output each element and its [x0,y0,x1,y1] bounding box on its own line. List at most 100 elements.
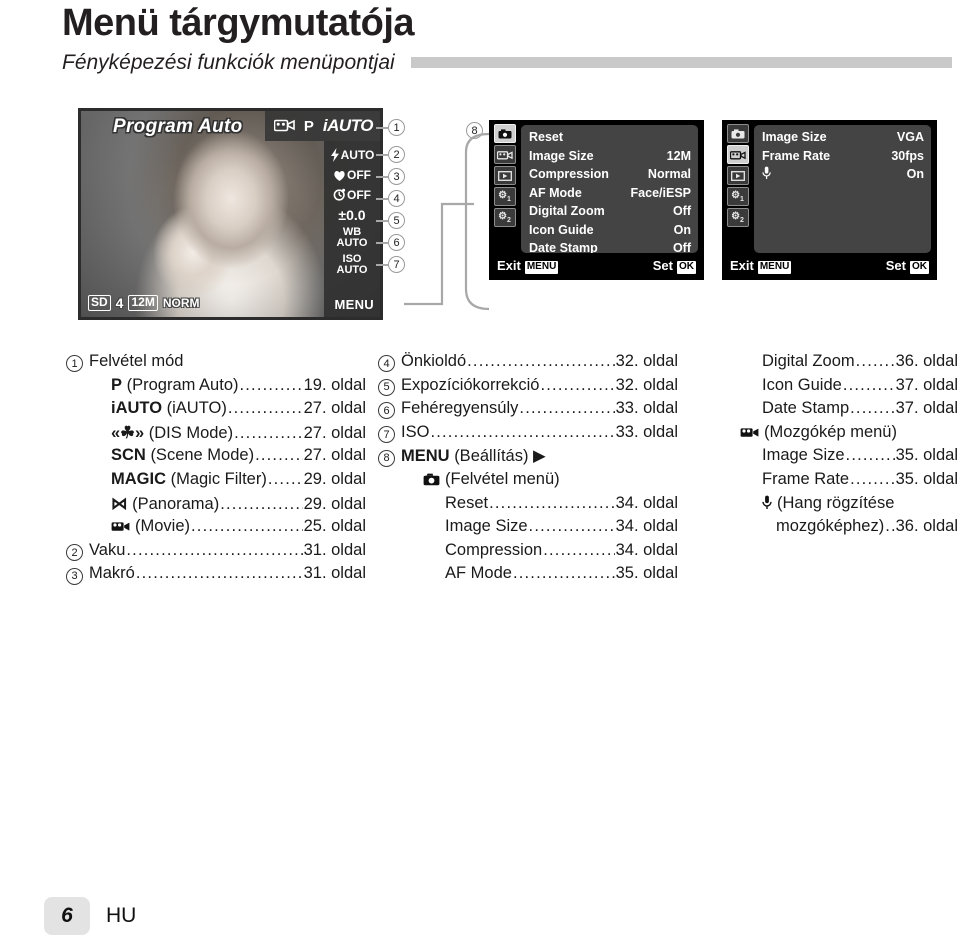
index-entry-label: Reset [445,493,489,512]
index-entry[interactable]: (Felvétel menü) [378,470,678,494]
index-entry[interactable]: MAGIC (Magic Filter)....................… [66,470,366,494]
index-page-ref: 29. oldal [303,494,366,513]
tab-movie[interactable] [493,145,516,164]
index-entry[interactable]: 1 Felvétel mód [66,352,366,376]
camera-icon [423,472,440,491]
ok-key: OK [910,261,929,274]
mode-icon: iAUTO [111,399,163,418]
index-dot-leader: ........................................… [519,399,614,418]
menu-key: MENU [757,261,792,274]
index-entry[interactable]: Reset...................................… [378,494,678,518]
menu-row[interactable]: AF Mode Face/iESP [529,184,691,203]
index-entry-label: MENU (Beállítás) ▶ [401,447,546,466]
index-entry-label: Vaku [89,540,126,559]
index-page-ref: 37. oldal [895,399,958,418]
tab-movie[interactable] [726,145,749,164]
leader-3 [376,176,388,178]
index-entry[interactable]: P (Program Auto)........................… [66,376,366,400]
tab-settings-2[interactable]: ⚙2 [726,208,749,227]
index-entry[interactable]: Icon Guide..............................… [718,376,958,400]
index-dot-leader: ........................................… [528,517,615,536]
mode-icon: P [111,375,123,394]
index-dot-leader: ........................................… [540,375,615,394]
index-page-ref: 27. oldal [303,399,366,418]
index-entry[interactable]: SCN (Scene Mode)........................… [66,446,366,470]
menu-row[interactable]: Image Size VGA [762,128,924,147]
page-subtitle: Fényképezési funkciók menüpontjai [62,50,395,74]
page-title: Menü tárgymutatója [62,2,415,44]
menu-row[interactable]: Image Size 12M [529,147,691,166]
lcd-flash-auto: AUTO [330,147,374,162]
index-entry[interactable]: Image Size..............................… [718,446,958,470]
index-entry[interactable]: (Mozgókép menü) [718,423,958,447]
set-hint: Set OK [652,258,696,274]
index-entry[interactable]: (Movie).................................… [66,517,366,541]
index-entry[interactable]: mozgóképhez)............................… [718,517,958,541]
camera-lcd-illustration: Program Auto P iAUTO AUTO OFF OFF ±0.0 W… [78,108,383,320]
index-entry[interactable]: 6 Fehéregyensúly.........................… [378,399,678,423]
index-entry[interactable]: 4 Önkioldó...............................… [378,352,678,376]
index-entry[interactable]: 2 Vaku...................................… [66,541,366,565]
menu-row[interactable]: Compression Normal [529,165,691,184]
sd-card-icon: SD [88,295,111,311]
program-auto-icon: P [303,117,314,135]
menu-row[interactable]: Digital Zoom Off [529,202,691,221]
index-dot-leader: ........................................… [267,469,303,488]
callout-6: 6 [388,234,405,251]
index-dot-leader: ........................................… [255,446,303,465]
iauto-badge: iAUTO [322,116,374,135]
quality-indicator: NORM [162,296,200,310]
tab-settings-1[interactable]: ⚙1 [493,187,516,206]
menu-row[interactable]: Frame Rate 30fps [762,147,924,166]
tab-playback[interactable] [493,166,516,185]
index-entry-label: Expozíciókorrekció [401,375,540,394]
ok-key: OK [677,261,696,274]
tab-camera[interactable] [493,124,516,143]
index-entry[interactable]: Digital Zoom............................… [718,352,958,376]
lcd-white-balance: WB AUTO [336,226,368,249]
movie-icon [273,118,295,135]
tab-playback[interactable] [726,166,749,185]
index-page-ref: 36. oldal [895,517,958,536]
index-column-1: 1 Felvétel mód P (Program Auto)...........… [66,352,366,588]
index-page-ref: 33. oldal [615,422,678,441]
movie-menu-footer: Exit MENU Set OK [723,253,936,279]
tab-settings-2[interactable]: ⚙2 [493,208,516,227]
index-entry[interactable]: 5 Expozíciókorrekció.....................… [378,376,678,400]
index-entry[interactable]: Date Stamp..............................… [718,399,958,423]
index-entry-label: SCN (Scene Mode) [111,446,255,465]
index-entry[interactable]: 3 Makró..................................… [66,564,366,588]
index-entry[interactable]: 8 MENU (Beállítás) ▶ [378,446,678,470]
index-page-ref: 19. oldal [303,375,366,394]
battery-count: 4 [115,295,124,311]
rec-menu-tabs: ⚙1 ⚙2 [490,121,519,253]
index-entry[interactable]: Frame Rate..............................… [718,470,958,494]
index-page-ref: 37. oldal [895,375,958,394]
menu-row[interactable]: On [762,165,924,184]
lcd-iso: ISO AUTO [336,253,368,276]
index-entry[interactable]: «☘» (DIS Mode)..........................… [66,423,366,447]
index-dot-leader: ........................................… [489,493,615,512]
index-entry[interactable]: Compression.............................… [378,541,678,565]
mode-icon: MAGIC [111,469,166,488]
index-entry[interactable]: 7 ISO....................................… [378,423,678,447]
menu-row[interactable]: Reset [529,128,691,147]
leader-4 [376,198,388,200]
tab-settings-1[interactable]: ⚙1 [726,187,749,206]
index-entry[interactable]: Image Size..............................… [378,517,678,541]
lcd-settings-strip: AUTO OFF OFF ±0.0 WB AUTO ISO AUTO [324,141,380,317]
index-entry[interactable]: AF Mode.................................… [378,564,678,588]
leader-5 [376,220,388,222]
index-entry-label: (Felvétel menü) [401,470,560,491]
index-dot-leader: ........................................… [239,375,303,394]
index-entry-label: Felvétel mód [89,352,184,370]
index-entry[interactable]: ⋈ (Panorama)............................… [66,494,366,518]
index-entry[interactable]: iAUTO (iAUTO)...........................… [66,399,366,423]
index-entry-label: (Mozgókép menü) [718,423,897,444]
tab-camera[interactable] [726,124,749,143]
index-entry[interactable]: (Hang rögzítése [718,494,958,518]
subtitle-row: Fényképezési funkciók menüpontjai [62,51,952,75]
index-entry-label: Date Stamp [762,399,850,418]
menu-row[interactable]: Icon Guide On [529,221,691,240]
index-page-ref: 29. oldal [303,469,366,488]
